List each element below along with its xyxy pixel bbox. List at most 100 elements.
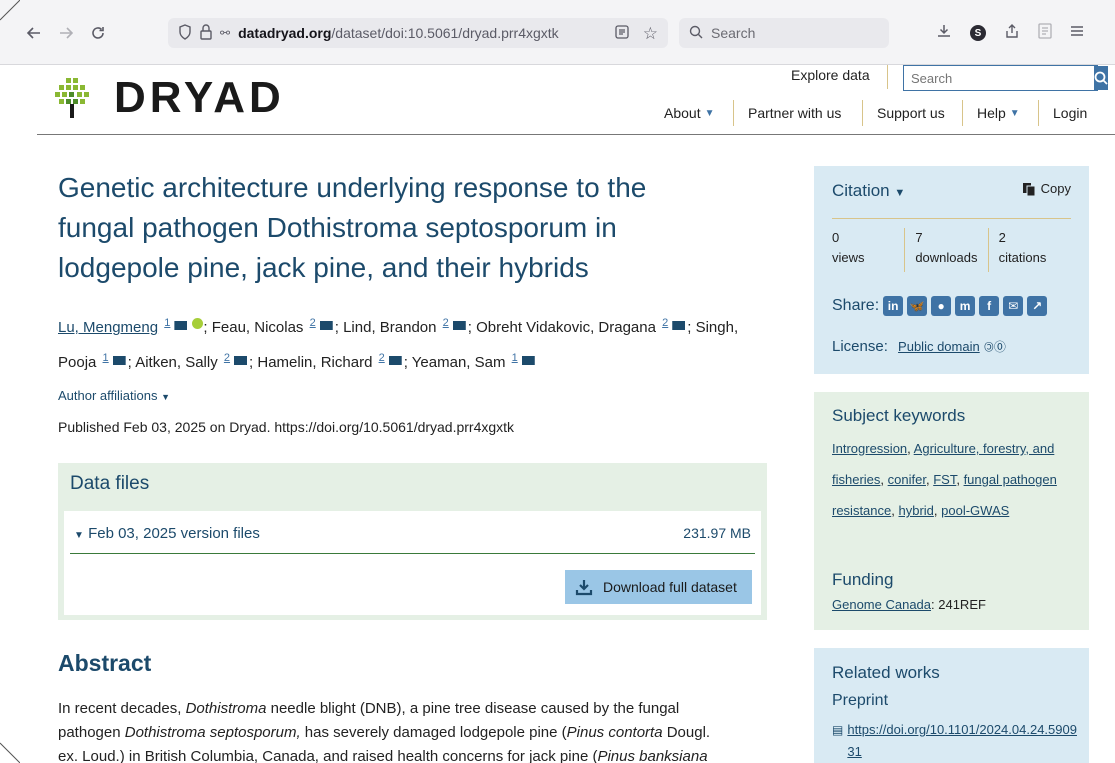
downloads-icon[interactable] — [936, 23, 952, 44]
nav-login-label: Login — [1053, 105, 1088, 121]
title-line: lodgepole pine, jack pine, and their hyb… — [58, 252, 589, 283]
dataset-title: Genetic architecture underlying response… — [58, 168, 768, 288]
site-permissions-icon[interactable]: ⚯ — [220, 26, 230, 40]
dataset-size: 231.97 MB — [683, 525, 751, 541]
explore-data-link[interactable]: Explore data — [791, 67, 870, 83]
mastodon-icon[interactable]: m — [955, 296, 976, 316]
lock-icon[interactable] — [200, 23, 212, 43]
affiliation-ref[interactable]: 1 — [512, 352, 518, 364]
email-icon[interactable] — [672, 321, 686, 330]
affiliation-ref[interactable]: 2 — [662, 317, 668, 329]
reload-icon[interactable] — [82, 17, 114, 49]
funding-heading: Funding — [832, 570, 894, 589]
public-domain-icon: 🄯⓪ — [983, 340, 1006, 354]
nav-login[interactable]: Login — [1053, 103, 1087, 123]
download-icon — [575, 580, 593, 596]
url-bar[interactable]: ⚯ datadryad.org/dataset/doi:10.5061/drya… — [168, 18, 668, 48]
browser-actions: S — [936, 18, 1084, 48]
reddit-icon[interactable]: ● — [931, 296, 952, 316]
account-avatar[interactable]: S — [970, 25, 986, 41]
stat-label: citations — [998, 250, 1047, 265]
metrics: 0 views 7 downloads 2 citations — [832, 228, 1071, 272]
keyword-link[interactable]: conifer — [888, 472, 926, 487]
affiliation-ref[interactable]: 2 — [379, 352, 385, 364]
bookmark-star-icon[interactable]: ☆ — [643, 25, 658, 42]
chevron-down-icon: ▼ — [1009, 107, 1020, 119]
back-icon[interactable] — [18, 17, 50, 49]
stat-label: views — [832, 250, 865, 265]
published-line: Published Feb 03, 2025 on Dryad. https:/… — [58, 419, 515, 435]
nav-about[interactable]: About ▼ — [664, 103, 715, 123]
email-icon[interactable] — [112, 356, 126, 365]
dryad-logo[interactable]: DRYAD — [52, 73, 285, 123]
email-icon[interactable] — [388, 356, 402, 365]
facebook-icon[interactable]: f — [979, 296, 1000, 316]
search-icon — [689, 25, 703, 42]
nav-partner-label: Partner with us — [748, 105, 842, 121]
citation-toggle[interactable]: Citation ▼ — [832, 181, 905, 201]
linkedin-icon[interactable]: in — [883, 296, 904, 316]
abstract-text: In recent decades, Dothistroma needle bl… — [58, 697, 758, 763]
reader-view-icon[interactable] — [615, 24, 629, 42]
site-search-input[interactable] — [904, 66, 1094, 90]
affiliation-ref[interactable]: 2 — [310, 317, 316, 329]
download-label: Download full dataset — [603, 579, 737, 595]
email-icon[interactable] — [452, 321, 466, 330]
nav-support[interactable]: Support us — [877, 103, 945, 123]
menu-icon[interactable] — [1070, 24, 1084, 42]
author-affiliations-toggle[interactable]: Author affiliations ▼ — [58, 388, 768, 403]
title-line: fungal pathogen Dothistroma septosporum … — [58, 212, 617, 243]
affiliation-ref[interactable]: 1 — [103, 352, 109, 364]
preprint-link[interactable]: https://doi.org/10.1101/2024.04.24.59093… — [847, 719, 1077, 763]
affiliation-ref[interactable]: 2 — [224, 352, 230, 364]
email-share-icon[interactable]: ✉ — [1003, 296, 1024, 316]
data-files-heading: Data files — [70, 473, 150, 494]
keyword-link[interactable]: pool-GWAS — [941, 503, 1009, 518]
reader-mode-icon[interactable] — [1038, 22, 1052, 44]
data-files-panel: Data files ▼ Feb 03, 2025 version files … — [58, 463, 767, 620]
site-search[interactable] — [903, 65, 1108, 91]
citation-heading: Citation — [832, 181, 890, 200]
version-files-toggle[interactable]: ▼ Feb 03, 2025 version files — [74, 525, 260, 542]
browser-search-bar[interactable]: Search — [679, 18, 889, 48]
license-link[interactable]: Public domain — [898, 339, 980, 354]
orcid-icon[interactable] — [192, 318, 204, 329]
divider — [962, 100, 963, 126]
email-icon[interactable] — [234, 356, 248, 365]
nav-help-label: Help — [977, 105, 1006, 121]
abstract-text-italic: Pinus contorta — [566, 724, 663, 741]
affiliations-label: Author affiliations — [58, 388, 158, 403]
affiliation-ref[interactable]: 1 — [164, 317, 170, 329]
nav-partner[interactable]: Partner with us — [748, 103, 841, 123]
chevron-down-icon: ▼ — [894, 187, 906, 199]
email-icon[interactable] — [174, 321, 188, 330]
download-full-dataset-button[interactable]: Download full dataset — [565, 570, 752, 604]
email-icon[interactable] — [319, 321, 333, 330]
share-external-icon[interactable]: ↗ — [1027, 296, 1048, 316]
logo-text: DRYAD — [114, 73, 285, 122]
affiliation-ref[interactable]: 2 — [443, 317, 449, 329]
author-link[interactable]: Lu, Mengmeng — [58, 319, 158, 336]
nav-help[interactable]: Help ▼ — [977, 103, 1020, 123]
site-search-button[interactable] — [1094, 66, 1108, 90]
share-icon[interactable] — [1004, 23, 1020, 44]
site-header: DRYAD Explore data About ▼ Partner with … — [0, 65, 1115, 135]
url-host: datadryad.org — [238, 25, 332, 41]
keyword-link[interactable]: FST — [933, 472, 956, 487]
funder-link[interactable]: Genome Canada — [832, 597, 931, 612]
bluesky-icon[interactable]: 🦋 — [907, 296, 928, 316]
keywords-list: Introgression, Agriculture, forestry, an… — [832, 441, 1057, 518]
author-list: Lu, Mengmeng 1; Feau, Nicolas 2; Lind, B… — [58, 317, 739, 371]
abstract-text-run: needle blight (DNB), a pine tree disease… — [266, 700, 680, 717]
forward-icon[interactable] — [50, 17, 82, 49]
divider — [733, 100, 734, 126]
email-icon[interactable] — [521, 356, 535, 365]
keyword-link[interactable]: Introgression — [832, 441, 907, 456]
keyword-link[interactable]: hybrid — [898, 503, 933, 518]
author-name: Obreht Vidakovic, Dragana — [476, 319, 656, 336]
keywords-heading: Subject keywords — [832, 406, 966, 425]
divider — [832, 218, 1071, 219]
citations-stat[interactable]: 2 citations — [987, 228, 1071, 272]
shield-icon[interactable] — [178, 23, 192, 43]
copy-citation-button[interactable]: Copy — [1022, 181, 1071, 196]
